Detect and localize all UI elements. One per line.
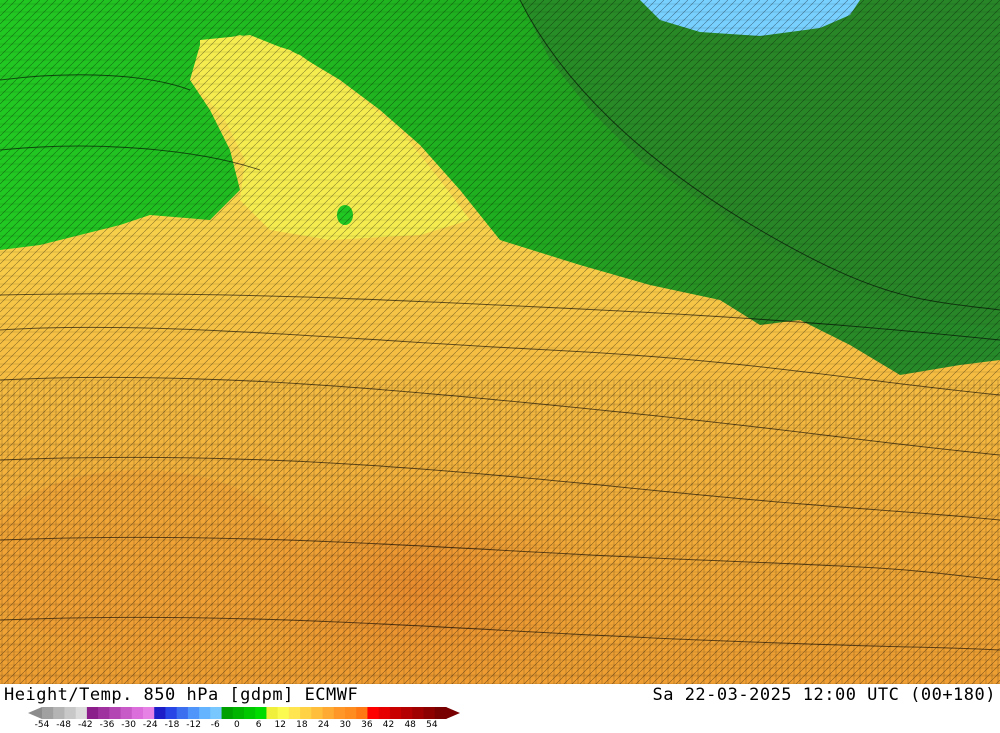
legend-swatch xyxy=(277,707,290,719)
legend-swatch xyxy=(266,707,279,719)
legend-swatch xyxy=(367,707,380,719)
legend-swatch xyxy=(356,707,368,719)
legend-swatch xyxy=(98,707,110,719)
legend-swatch xyxy=(389,707,402,719)
legend-tick-label: 54 xyxy=(426,720,438,730)
legend-swatch xyxy=(300,707,312,719)
legend-swatch xyxy=(255,707,267,719)
legend-swatch xyxy=(412,707,425,719)
map-title: Height/Temp. 850 hPa [gdpm] ECMWF xyxy=(4,685,359,705)
legend-swatch xyxy=(333,707,346,719)
legend-swatch xyxy=(176,707,189,719)
legend-tick-label: -6 xyxy=(210,720,220,730)
legend-swatch xyxy=(199,707,211,719)
legend-swatch xyxy=(345,707,357,719)
legend-swatch xyxy=(131,707,144,719)
legend-swatch xyxy=(187,707,200,719)
legend-swatch xyxy=(120,707,133,719)
legend-tick-label: -48 xyxy=(56,720,72,730)
legend-swatch xyxy=(42,707,54,719)
legend-arrow-right xyxy=(446,707,460,719)
legend-tick-label: -54 xyxy=(34,720,50,730)
legend-swatch xyxy=(434,707,447,719)
legend-swatch xyxy=(109,707,122,719)
legend-tick-label: -18 xyxy=(164,720,180,730)
footer-bar: Height/Temp. 850 hPa [gdpm] ECMWF Sa 22-… xyxy=(0,684,1000,733)
legend-tick-label: -36 xyxy=(99,720,115,730)
legend-swatch xyxy=(53,707,65,719)
legend-tick-label: -42 xyxy=(77,720,93,730)
legend-swatch xyxy=(75,707,88,719)
legend-swatch xyxy=(86,707,99,719)
legend-swatch xyxy=(378,707,391,719)
temperature-field xyxy=(0,0,1000,684)
legend-swatch xyxy=(143,707,155,719)
legend-swatch xyxy=(401,707,413,719)
legend-swatch xyxy=(322,707,335,719)
legend-tick-label: 36 xyxy=(361,720,373,730)
legend-swatch xyxy=(165,707,178,719)
legend-swatch xyxy=(210,707,223,719)
weather-map xyxy=(0,0,1000,684)
legend-swatch xyxy=(154,707,166,719)
legend-tick-label: 48 xyxy=(404,720,416,730)
legend-tick-label: 30 xyxy=(339,720,351,730)
legend-tick-label: 24 xyxy=(317,720,330,730)
legend-arrow-left xyxy=(28,707,42,719)
legend-swatch xyxy=(221,707,234,719)
legend-tick-label: -24 xyxy=(142,720,158,730)
legend-tick-label: 0 xyxy=(234,720,240,730)
legend-tick-label: 18 xyxy=(296,720,308,730)
legend-tick-label: 42 xyxy=(382,720,395,730)
legend-ticks: -54 -48 -42 -36 -30 -24 -18 -12 -6 0 6 12 18 24 30 36 42… xyxy=(34,720,474,732)
legend-tick-label: 12 xyxy=(274,720,286,730)
legend-tick-label: 6 xyxy=(255,720,262,730)
legend-swatch xyxy=(311,707,324,719)
legend-swatch xyxy=(232,707,245,719)
legend-swatch xyxy=(288,707,301,719)
legend-tick-label: -30 xyxy=(121,720,136,730)
map-datetime: Sa 22-03-2025 12:00 UTC (00+180) xyxy=(652,685,996,705)
legend-swatch xyxy=(64,707,77,719)
legend-tick-label: -12 xyxy=(186,720,201,730)
legend-swatch xyxy=(423,707,436,719)
legend-swatch xyxy=(244,707,256,719)
